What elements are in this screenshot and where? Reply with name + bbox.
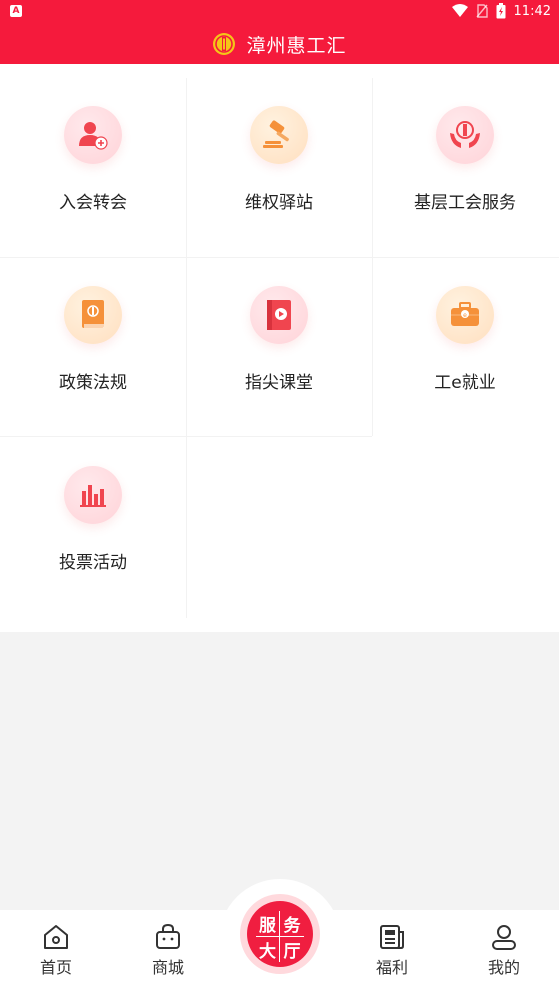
service-hall-char: 厅 — [283, 942, 301, 962]
service-hall-label: 服 务 大 厅 — [247, 901, 313, 967]
service-label: 入会转会 — [59, 193, 127, 213]
tab-mine[interactable]: 我的 — [464, 922, 544, 978]
tab-welfare[interactable]: 福利 — [352, 922, 432, 978]
service-label: 维权驿站 — [245, 193, 313, 213]
service-hall-button[interactable]: 服 务 大 厅 — [240, 894, 320, 974]
service-label: 工e就业 — [434, 373, 496, 393]
service-label: 基层工会服务 — [414, 193, 516, 213]
briefcase-icon: e — [451, 302, 479, 326]
service-hall-char: 大 — [256, 937, 280, 962]
grid-divider — [0, 436, 372, 437]
hands-emblem-icon — [450, 121, 480, 148]
user-add-icon-wrap — [64, 106, 122, 164]
battery-icon — [496, 3, 506, 19]
service-join-union[interactable]: 入会转会 — [0, 78, 186, 256]
briefcase-icon-wrap: e — [436, 286, 494, 344]
video-book-icon-wrap — [250, 286, 308, 344]
union-logo-icon — [213, 33, 236, 55]
user-icon — [492, 925, 516, 950]
tab-label: 商城 — [151, 958, 184, 977]
gavel-icon — [263, 120, 289, 148]
tab-home[interactable]: 首页 — [16, 922, 96, 978]
clock: 11:42 — [513, 3, 551, 19]
book-icon — [82, 300, 104, 328]
home-icon — [44, 925, 68, 949]
video-book-icon — [267, 300, 291, 330]
service-label: 投票活动 — [59, 553, 127, 573]
user-add-icon — [79, 122, 108, 150]
service-voting[interactable]: 投票活动 — [0, 438, 186, 616]
status-bar: A 11:42 — [0, 0, 559, 22]
service-hall-char: 服 — [256, 911, 280, 937]
header-bar: A 11:42 漳州惠工汇 — [0, 0, 559, 64]
service-hall-char: 务 — [280, 911, 304, 937]
page-title: 漳州惠工汇 — [0, 30, 559, 58]
wifi-icon — [451, 4, 468, 17]
app-title: 漳州惠工汇 — [246, 34, 347, 57]
bar-chart-icon — [80, 485, 106, 507]
shopping-bag-icon — [156, 923, 180, 949]
tab-label: 福利 — [375, 958, 408, 977]
svg-text:e: e — [463, 312, 467, 319]
book-icon-wrap — [64, 286, 122, 344]
service-label: 指尖课堂 — [245, 373, 313, 393]
gavel-icon-wrap — [250, 106, 308, 164]
status-icons: 11:42 — [451, 2, 551, 20]
tab-label: 首页 — [39, 958, 72, 977]
service-employment[interactable]: e 工e就业 — [372, 258, 558, 436]
notification-a-icon: A — [10, 5, 22, 17]
service-fingertip-class[interactable]: 指尖课堂 — [186, 258, 372, 436]
service-label: 政策法规 — [59, 373, 127, 393]
hands-emblem-icon-wrap — [436, 106, 494, 164]
service-policy-law[interactable]: 政策法规 — [0, 258, 186, 436]
newspaper-icon — [380, 925, 404, 949]
service-grassroots-union[interactable]: 基层工会服务 — [372, 78, 558, 256]
tab-label: 我的 — [487, 958, 520, 977]
service-rights-station[interactable]: 维权驿站 — [186, 78, 372, 256]
no-sim-icon — [475, 4, 488, 18]
bar-chart-icon-wrap — [64, 466, 122, 524]
tab-shop[interactable]: 商城 — [128, 922, 208, 978]
service-grid-panel: 入会转会 维权驿站 基层工会服务 政策法规 指尖课堂 e 工e就业 投票活动 — [0, 64, 559, 632]
